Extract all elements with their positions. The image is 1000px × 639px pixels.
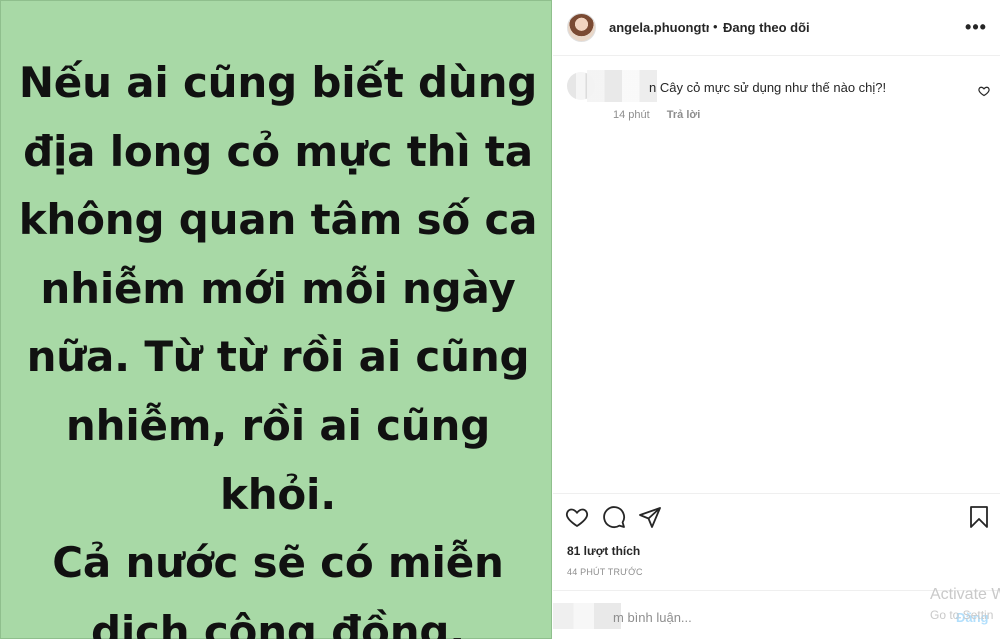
comment-text: n Cây cỏ mực sử dụng như thế nào chị?! xyxy=(649,80,887,95)
post-header: angela.phuongtri • Đang theo dõi ••• xyxy=(553,0,1000,56)
post-text-line: dịch cộng đồng. xyxy=(90,606,466,639)
post-sidebar: angela.phuongtri • Đang theo dõi ••• n C… xyxy=(553,0,1000,639)
comment-input[interactable]: m bình luận... xyxy=(613,610,692,625)
comment-meta: 14 phút Trả lời xyxy=(613,109,714,121)
windows-activation-watermark: Activate W xyxy=(930,586,1000,603)
following-button[interactable]: Đang theo dõi xyxy=(723,20,810,35)
separator-dot: • xyxy=(713,19,718,34)
username-link[interactable]: angela.phuongtri xyxy=(609,20,709,35)
blurred-region xyxy=(553,603,621,629)
reply-button[interactable]: Trả lời xyxy=(667,109,701,121)
post-text-line: nhiễm, rồi ai cũng khỏi. xyxy=(65,400,491,519)
post-text-line: nhiễm mới mỗi ngày xyxy=(40,263,516,313)
more-horizontal-icon[interactable]: ••• xyxy=(964,15,988,39)
post-text-line: Nếu ai cũng biết dùng xyxy=(18,58,538,107)
action-bar xyxy=(553,493,1000,541)
avatar[interactable] xyxy=(567,13,596,42)
blurred-username xyxy=(587,70,657,102)
windows-activation-watermark-sub: Go to Settin xyxy=(930,608,994,622)
post-caption-image-text: Nếu ai cũng biết dùng địa long cỏ mực th… xyxy=(13,49,543,639)
post-time: 44 PHÚT TRƯỚC xyxy=(567,567,643,577)
bookmark-icon[interactable] xyxy=(967,505,991,529)
heart-icon[interactable] xyxy=(565,505,589,529)
heart-icon[interactable] xyxy=(978,85,990,97)
comment-icon[interactable] xyxy=(602,505,626,529)
likes-count[interactable]: 81 lượt thích xyxy=(567,544,640,558)
post-image[interactable]: Nếu ai cũng biết dùng địa long cỏ mực th… xyxy=(0,0,552,639)
comment-time: 14 phút xyxy=(613,109,650,121)
post-text-line: địa long cỏ mực thì ta xyxy=(23,126,533,176)
send-icon[interactable] xyxy=(638,505,662,529)
post-text-line: Cả nước sẽ có miễn xyxy=(52,538,504,588)
post-text-line: không quan tâm số ca xyxy=(18,195,538,245)
post-text-line: nữa. Từ từ rồi ai cũng xyxy=(26,332,530,382)
